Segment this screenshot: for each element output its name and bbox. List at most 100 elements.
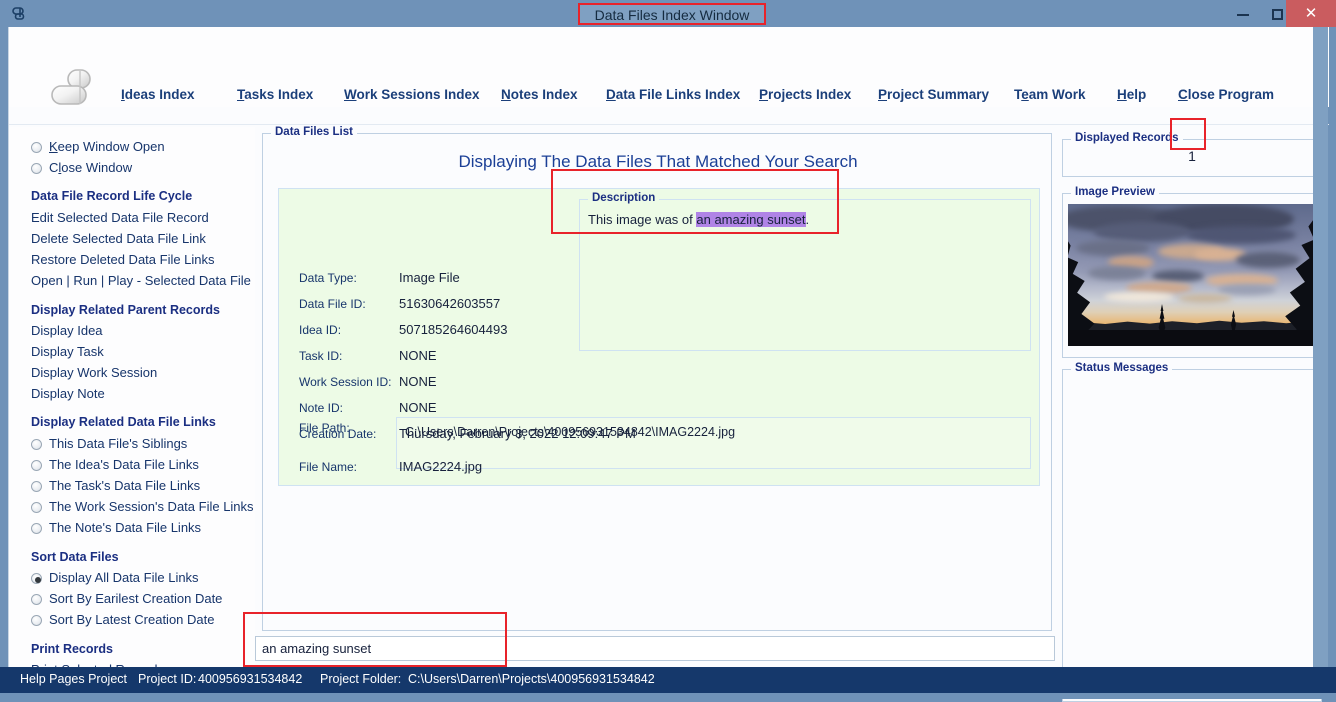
displayed-records-count: 1 (1188, 148, 1196, 164)
status-project-id-label: Project ID: (138, 672, 197, 686)
description-suffix: . (805, 212, 810, 227)
displayed-records-group: Displayed Records 1 (1062, 132, 1322, 177)
radio-the-idea-s-data-file-links[interactable]: The Idea's Data File Links (31, 457, 199, 472)
sidebar-link-display-idea[interactable]: Display Idea (31, 323, 103, 338)
app-body: Ideas Index Tasks Index Work Sessions Inde… (8, 27, 1329, 702)
search-row: SearchAdvanced SearchReset (255, 636, 1055, 680)
description-prefix: This image was of (588, 212, 697, 227)
close-button[interactable]: ✕ (1286, 0, 1336, 27)
header-divider (9, 124, 1329, 125)
status-project-folder: C:\Users\Darren\Projects\400956931534842 (408, 672, 655, 686)
radio-the-note-s-data-file-links[interactable]: The Note's Data File Links (31, 520, 201, 535)
sidebar-link-restore-deleted-data-file-links[interactable]: Restore Deleted Data File Links (31, 252, 215, 267)
search-input[interactable] (255, 636, 1055, 661)
description-text: This image was of an amazing sunset. (588, 212, 809, 227)
chain-link-logo-icon (47, 65, 107, 113)
main-nav: Ideas Index Tasks Index Work Sessions Inde… (121, 87, 1301, 111)
field-value-task-id: NONE (399, 348, 437, 363)
status-project-id: 400956931534842 (198, 672, 303, 686)
data-file-record-card[interactable]: C:\Users\Darren\Projects\400956931534842… (278, 188, 1040, 486)
status-bar: Help Pages Project Project ID: 400956931… (0, 667, 1336, 693)
radio-indicator (31, 481, 42, 492)
app-logo-icon (10, 5, 28, 23)
window-right-edge (1313, 27, 1328, 672)
field-value-work-session-id: NONE (399, 374, 437, 389)
field-label-data-type: Data Type: (299, 271, 357, 285)
radio-close-window[interactable]: Close Window (31, 160, 132, 175)
description-highlight: an amazing sunset (696, 212, 806, 227)
field-label-task-id: Task ID: (299, 349, 343, 363)
field-value-data-type: Image File (399, 270, 460, 285)
radio-indicator (31, 163, 42, 174)
nav-item-tasks-index[interactable]: Tasks Index (237, 87, 313, 102)
nav-item-projects-index[interactable]: Projects Index (759, 87, 851, 102)
nav-item-work-sessions-index[interactable]: Work Sessions Index (344, 87, 480, 102)
radio-indicator (31, 142, 42, 153)
nav-item-help[interactable]: Help (1117, 87, 1146, 102)
image-preview-legend: Image Preview (1071, 186, 1159, 198)
displayed-records-legend: Displayed Records (1071, 132, 1183, 144)
radio-display-all-data-file-links[interactable]: Display All Data File Links (31, 570, 199, 585)
app-window: Data Files Index Window ✕ Ideas Index Ta… (0, 0, 1336, 702)
nav-item-data-file-links-index[interactable]: Data File Links Index (606, 87, 740, 102)
foreground-ground (1068, 330, 1316, 346)
data-files-list-panel: Data Files List Displaying The Data File… (262, 126, 1052, 631)
sidebar-link-edit-selected-data-file-record[interactable]: Edit Selected Data File Record (31, 210, 209, 225)
field-value-file-name: IMAG2224.jpg (399, 459, 483, 474)
status-project-name: Help Pages Project (20, 672, 128, 686)
sidebar-link-display-note[interactable]: Display Note (31, 386, 105, 401)
sunset-photo-image[interactable] (1068, 204, 1316, 346)
radio-indicator (31, 523, 42, 534)
sidebar-link-display-task[interactable]: Display Task (31, 344, 104, 359)
radio-indicator (31, 615, 42, 626)
sidebar-heading-display-related-data-file-links: Display Related Data File Links (31, 415, 216, 429)
radio-sort-by-latest-creation-date[interactable]: Sort By Latest Creation Date (31, 612, 214, 627)
status-messages-legend: Status Messages (1071, 362, 1173, 374)
nav-item-close-program[interactable]: Close Program (1178, 87, 1274, 102)
field-value-creation-date: Thursday, February 3, 2022 12:09:47 PM (399, 426, 636, 441)
left-sidebar: Keep Window Open Close Window Data File Re… (9, 127, 255, 677)
radio-the-work-session-s-data-file-links[interactable]: The Work Session's Data File Links (31, 499, 254, 514)
field-value-note-id: NONE (399, 400, 437, 415)
data-files-list-legend: Data Files List (271, 126, 357, 138)
sidebar-link-display-work-session[interactable]: Display Work Session (31, 365, 157, 380)
sidebar-heading-display-related-parent-records: Display Related Parent Records (31, 303, 220, 317)
radio-indicator (31, 439, 42, 450)
sidebar-heading-data-file-record-life-cycle: Data File Record Life Cycle (31, 189, 193, 203)
radio-indicator (31, 502, 42, 513)
field-value-data-file-id: 51630642603557 (399, 296, 501, 311)
image-preview-group: Image Preview (1062, 186, 1322, 358)
list-title: Displaying The Data Files That Matched Y… (458, 152, 858, 171)
field-label-note-id: Note ID: (299, 401, 344, 415)
nav-item-notes-index[interactable]: Notes Index (501, 87, 578, 102)
field-value-idea-id: 507185264604493 (399, 322, 508, 337)
radio-this-data-file-s-siblings[interactable]: This Data File's Siblings (31, 436, 187, 451)
window-titlebar: Data Files Index Window ✕ (0, 0, 1336, 27)
nav-item-ideas-index[interactable]: Ideas Index (121, 87, 195, 102)
radio-the-task-s-data-file-links[interactable]: The Task's Data File Links (31, 478, 200, 493)
window-title: Data Files Index Window (578, 3, 766, 25)
field-label-data-file-id: Data File ID: (299, 297, 366, 311)
window-bottom-edge (0, 693, 1336, 699)
minimize-button[interactable] (1224, 0, 1262, 27)
status-messages-group: Status Messages (1062, 362, 1322, 702)
field-label-file-path: File Path: (299, 421, 350, 435)
file-path-box: C:\Users\Darren\Projects\400956931534842… (396, 417, 1031, 469)
nav-item-team-work[interactable]: Team Work (1014, 87, 1086, 102)
radio-sort-by-earilest-creation-date[interactable]: Sort By Earilest Creation Date (31, 591, 222, 606)
right-sidebar: Displayed Records 1 Image Preview Status… (1062, 131, 1322, 702)
radio-keep-window-open[interactable]: Keep Window Open (31, 139, 165, 154)
radio-indicator (31, 573, 42, 584)
nav-item-project-summary[interactable]: Project Summary (878, 87, 989, 102)
status-project-folder-label: Project Folder: (320, 672, 402, 686)
sidebar-link-open-run-play-selected-data-file[interactable]: Open | Run | Play - Selected Data File (31, 273, 251, 288)
description-box: Description This image was of an amazing… (579, 192, 1031, 351)
sidebar-heading-print-records: Print Records (31, 642, 113, 656)
field-label-file-name: File Name: (299, 460, 358, 474)
field-label-work-session-id: Work Session ID: (299, 375, 392, 389)
radio-indicator (31, 594, 42, 605)
sidebar-heading-sort-data-files: Sort Data Files (31, 550, 119, 564)
app-header: Ideas Index Tasks Index Work Sessions Inde… (9, 27, 1329, 125)
description-legend: Description (588, 192, 660, 204)
sidebar-link-delete-selected-data-file-link[interactable]: Delete Selected Data File Link (31, 231, 206, 246)
